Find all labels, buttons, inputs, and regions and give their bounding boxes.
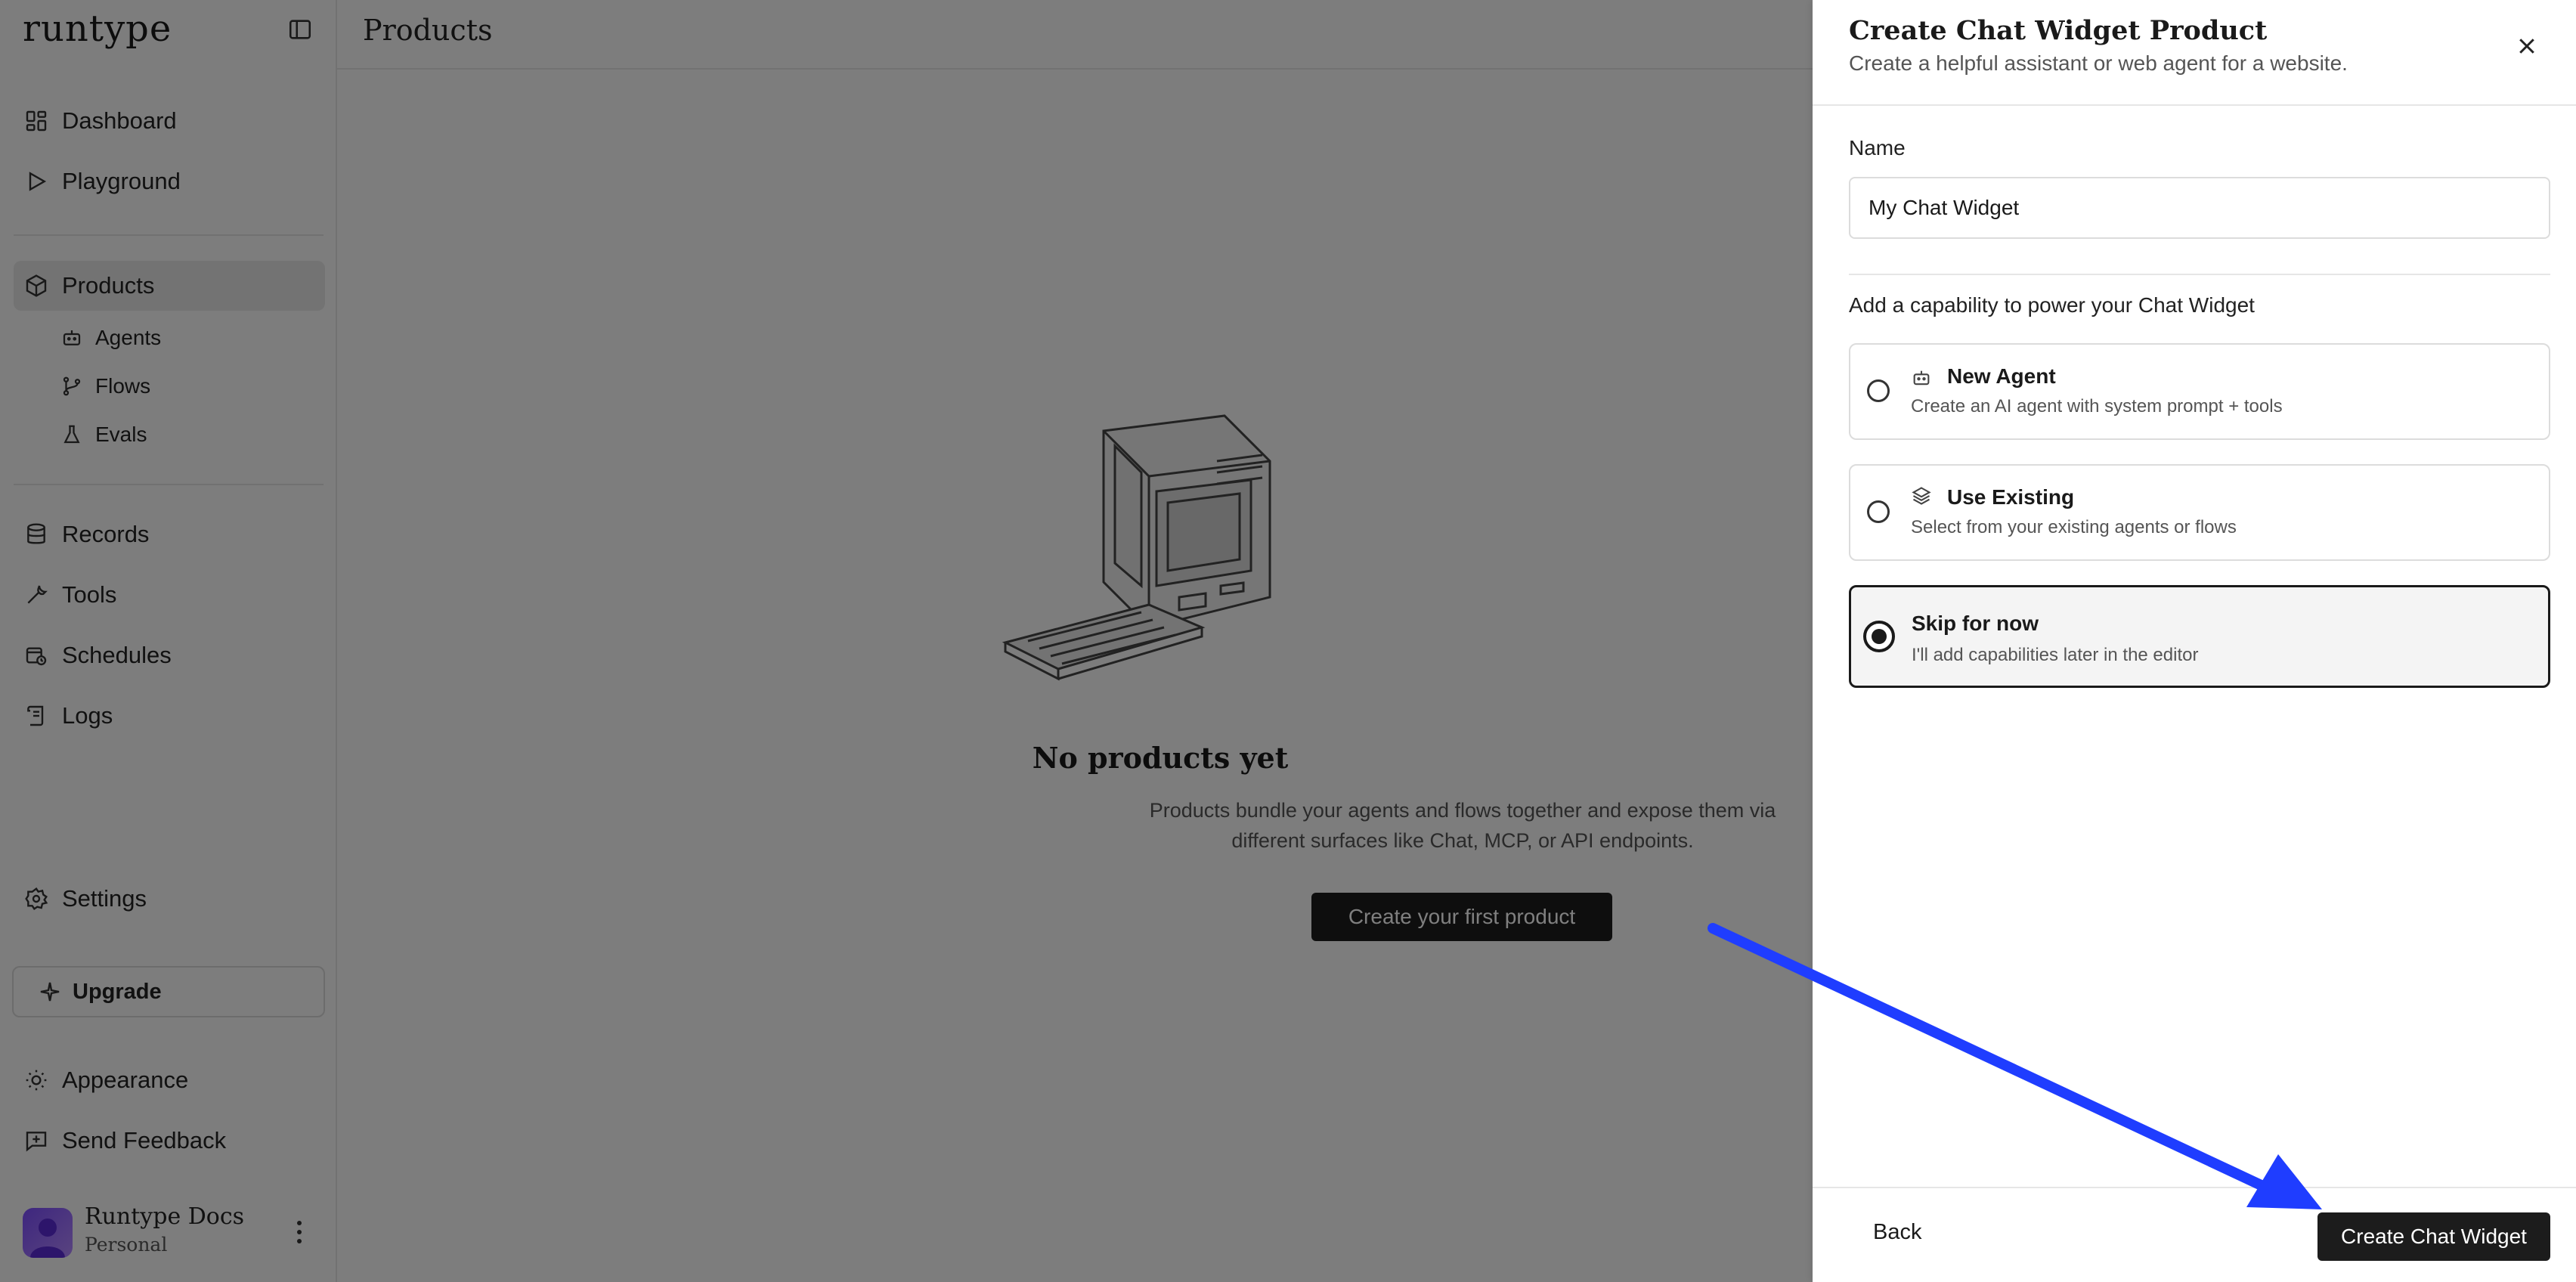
panel-title: Create Chat Widget Product [1849, 15, 2268, 46]
capability-label: Add a capability to power your Chat Widg… [1849, 293, 2255, 317]
option-new-agent[interactable]: New Agent Create an AI agent with system… [1849, 343, 2550, 440]
panel-subtitle: Create a helpful assistant or web agent … [1849, 51, 2348, 75]
name-label: Name [1849, 136, 1906, 159]
option-description: Select from your existing agents or flow… [1911, 517, 2237, 537]
create-product-panel: Create Chat Widget Product Create a help… [1813, 0, 2576, 1282]
back-button[interactable]: Back [1873, 1220, 1921, 1245]
option-description: Create an AI agent with system prompt + … [1911, 396, 2283, 416]
radio-skip-for-now[interactable] [1863, 621, 1895, 652]
close-icon[interactable] [2516, 35, 2538, 57]
robot-icon [1913, 370, 1930, 386]
layers-icon [1912, 487, 1931, 505]
radio-new-agent[interactable] [1867, 379, 1890, 402]
name-input[interactable] [1849, 177, 2550, 239]
option-title: New Agent [1947, 364, 2056, 388]
form-divider [1849, 274, 2550, 275]
footer-divider [1813, 1187, 2576, 1188]
option-description: I'll add capabilities later in the edito… [1912, 645, 2199, 665]
option-title: Skip for now [1912, 612, 2039, 635]
create-chat-widget-button[interactable]: Create Chat Widget [2317, 1212, 2550, 1261]
option-use-existing[interactable]: Use Existing Select from your existing a… [1849, 464, 2550, 561]
radio-use-existing[interactable] [1867, 500, 1890, 523]
modal-backdrop[interactable] [0, 0, 1813, 1282]
option-title: Use Existing [1947, 485, 2075, 509]
option-skip-for-now[interactable]: Skip for now I'll add capabilities later… [1849, 585, 2550, 688]
panel-divider [1813, 104, 2576, 106]
